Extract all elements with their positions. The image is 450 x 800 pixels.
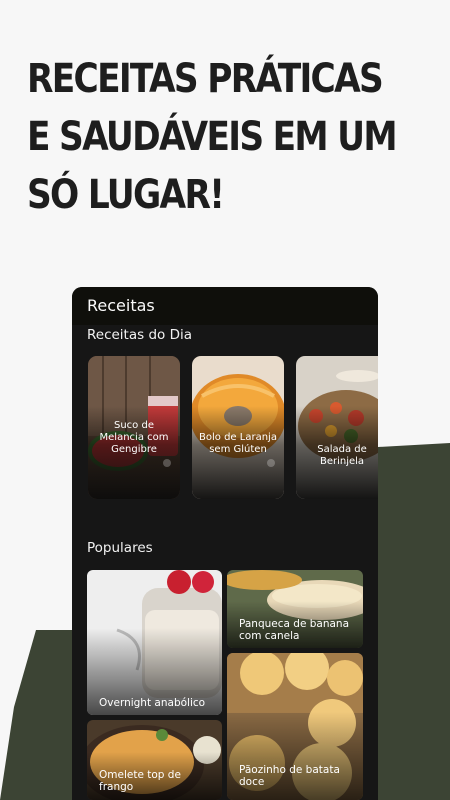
popular-recipe-card[interactable]: Panqueca de banana com canela: [227, 570, 363, 648]
phone-screen: Receitas Receitas do Dia Suco de Melanci…: [72, 287, 378, 800]
app-title: Receitas: [87, 296, 155, 315]
daily-recipes-carousel[interactable]: Suco de Melancia com Gengibre Bolo de La…: [87, 356, 378, 499]
recipe-name: Pãozinho de batata doce: [239, 764, 340, 788]
daily-recipe-card[interactable]: Salada de Berinjela: [296, 356, 378, 499]
daily-recipes-title: Receitas do Dia: [87, 327, 192, 343]
app-bar: Receitas: [72, 287, 378, 325]
popular-recipe-card[interactable]: Overnight anabólico: [87, 570, 222, 715]
popular-recipe-card[interactable]: Omelete top de frango: [87, 720, 222, 800]
recipe-name: Salada de Berinjela: [317, 444, 367, 467]
recipe-name: Bolo de Laranja sem Glúten: [199, 432, 277, 455]
headline: RECEITAS PRÁTICAS E SAUDÁVEIS EM UM SÓ L…: [27, 50, 398, 224]
headline-line-3: SÓ LUGAR!: [27, 172, 225, 218]
popular-recipes-title: Populares: [87, 540, 153, 556]
daily-recipe-card[interactable]: Bolo de Laranja sem Glúten: [192, 356, 284, 499]
recipe-name: Overnight anabólico: [99, 697, 206, 709]
chevron-right-icon: [163, 459, 171, 467]
recipe-name: Panqueca de banana com canela: [239, 618, 350, 642]
recipe-name: Omelete top de frango: [99, 769, 181, 793]
recipe-name: Suco de Melancia com Gengibre: [99, 420, 169, 455]
popular-recipe-card[interactable]: Pãozinho de batata doce: [227, 653, 363, 800]
headline-line-1: RECEITAS PRÁTICAS: [27, 56, 384, 102]
chevron-right-icon: [267, 459, 275, 467]
headline-line-2: E SAUDÁVEIS EM UM: [27, 114, 398, 160]
daily-recipe-card[interactable]: Suco de Melancia com Gengibre: [88, 356, 180, 499]
